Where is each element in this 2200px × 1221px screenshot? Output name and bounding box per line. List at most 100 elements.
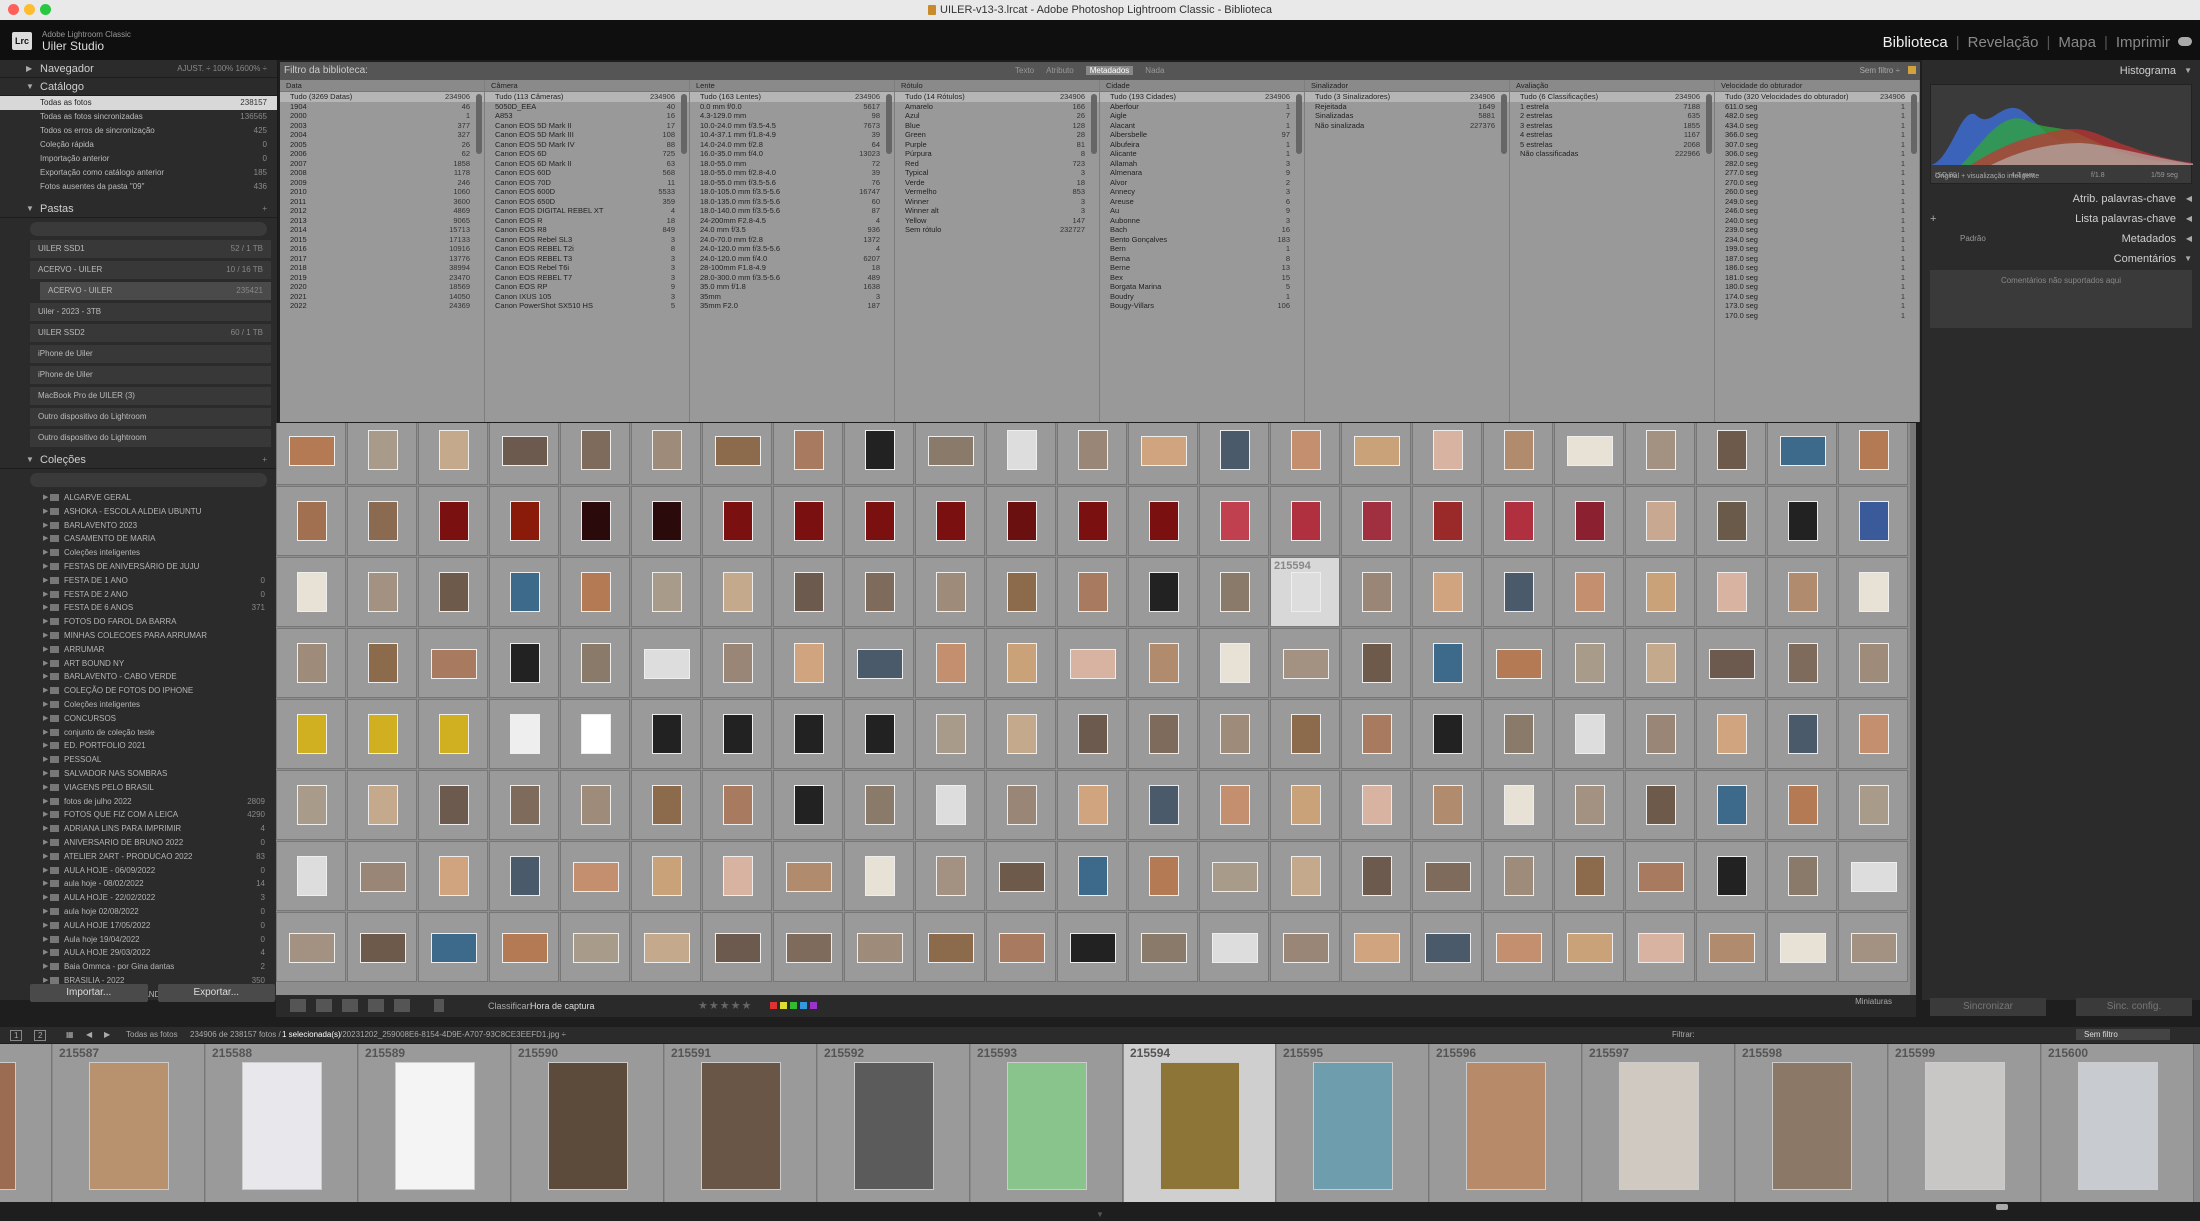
grid-cell[interactable] xyxy=(631,912,701,982)
grid-cell[interactable] xyxy=(1838,486,1908,556)
grid-cell[interactable] xyxy=(1412,423,1482,485)
collection-item[interactable]: ▶ aula hoje - 08/02/2022 14 xyxy=(0,877,277,891)
grid-cell[interactable] xyxy=(1057,486,1127,556)
photo-thumbnail[interactable] xyxy=(865,572,895,612)
metadata-row[interactable]: 2006 62 xyxy=(280,149,484,159)
photo-thumbnail[interactable] xyxy=(1425,862,1471,892)
grid-cell[interactable] xyxy=(1057,841,1127,911)
collection-item[interactable]: ▶ FOTOS QUE FIZ COM A LEICA 4290 xyxy=(0,808,277,822)
grid-cell[interactable] xyxy=(1341,628,1411,698)
keyword-tags-header[interactable]: Atrib. palavras-chave ◀ xyxy=(1922,190,2200,208)
metadata-row[interactable]: 434.0 seg 1 xyxy=(1715,121,1919,131)
collection-item[interactable]: ▶ FOTOS DO FAROL DA BARRA xyxy=(0,615,277,629)
photo-thumbnail[interactable] xyxy=(360,933,406,963)
folder-volume[interactable]: iPhone de Uiler xyxy=(30,366,271,384)
forward-icon[interactable]: ▶ xyxy=(104,1030,110,1039)
metadata-row[interactable]: Aigle 7 xyxy=(1100,111,1304,121)
folders-header[interactable]: ▼ Pastas + xyxy=(0,200,277,218)
grid-cell[interactable] xyxy=(1483,423,1553,485)
grid-cell[interactable] xyxy=(489,423,559,485)
collection-item[interactable]: ▶ ASHOKA - ESCOLA ALDEIA UBUNTU xyxy=(0,505,277,519)
grid-cell[interactable] xyxy=(773,423,843,485)
photo-thumbnail[interactable] xyxy=(1504,501,1534,541)
metadata-row[interactable]: 5050D_EEA 40 xyxy=(485,102,689,112)
grid-cell[interactable] xyxy=(1483,486,1553,556)
photo-thumbnail[interactable] xyxy=(297,856,327,896)
grid-cell[interactable] xyxy=(915,841,985,911)
photo-thumbnail[interactable] xyxy=(723,643,753,683)
metadata-row[interactable]: 5 estrelas 2068 xyxy=(1510,140,1714,150)
filmstrip-thumbnail[interactable] xyxy=(2078,1062,2158,1190)
grid-cell[interactable] xyxy=(986,423,1056,485)
filmstrip-thumbnail[interactable] xyxy=(701,1062,781,1190)
grid-cell[interactable] xyxy=(1696,841,1766,911)
grid-cell[interactable] xyxy=(1625,699,1695,769)
photo-thumbnail[interactable] xyxy=(1780,933,1826,963)
photo-thumbnail[interactable] xyxy=(1717,430,1747,470)
photo-thumbnail[interactable] xyxy=(1149,785,1179,825)
collection-item[interactable]: ▶ VIAGENS PELO BRASIL xyxy=(0,781,277,795)
photo-thumbnail[interactable] xyxy=(1220,785,1250,825)
photo-thumbnail[interactable] xyxy=(1283,649,1329,679)
metadata-column-scrollbar[interactable] xyxy=(1091,94,1097,154)
photo-thumbnail[interactable] xyxy=(502,436,548,466)
grid-cell[interactable] xyxy=(489,628,559,698)
photo-thumbnail[interactable] xyxy=(1575,856,1605,896)
metadata-row[interactable]: Canon EOS Rebel T6i 3 xyxy=(485,263,689,273)
grid-cell[interactable] xyxy=(773,628,843,698)
metadata-row[interactable]: 18.0-140.0 mm f/3.5-5.6 87 xyxy=(690,206,894,216)
grid-cell[interactable] xyxy=(702,912,772,982)
grid-cell[interactable] xyxy=(844,699,914,769)
grid-cell[interactable] xyxy=(418,423,488,485)
folder-volume[interactable]: Uiler - 2023 - 3TB xyxy=(30,303,271,321)
metadata-column-header[interactable]: Rótulo xyxy=(895,80,1099,92)
filmstrip-thumbnail[interactable] xyxy=(548,1062,628,1190)
grid-cell[interactable] xyxy=(1341,770,1411,840)
metadata-row[interactable]: 10.4-37.1 mm f/1.8-4.9 39 xyxy=(690,130,894,140)
photo-thumbnail[interactable] xyxy=(502,933,548,963)
grid-cell[interactable] xyxy=(1341,557,1411,627)
metadata-row[interactable]: Yellow 147 xyxy=(895,216,1099,226)
grid-cell[interactable] xyxy=(1767,699,1837,769)
metadata-row[interactable]: 4.3-129.0 mm 98 xyxy=(690,111,894,121)
grid-cell[interactable] xyxy=(773,770,843,840)
collection-item[interactable]: ▶ FESTAS DE ANIVERSÁRIO DE JUJU xyxy=(0,560,277,574)
grid-cell[interactable] xyxy=(773,486,843,556)
grid-cell[interactable] xyxy=(844,423,914,485)
metadata-row[interactable]: 3 estrelas 1855 xyxy=(1510,121,1714,131)
grid-cell[interactable] xyxy=(560,912,630,982)
metadata-column-scrollbar[interactable] xyxy=(886,94,892,154)
grid-cell[interactable] xyxy=(1057,699,1127,769)
metadata-row[interactable]: Tudo (6 Classificações) 234906 xyxy=(1510,92,1714,102)
metadata-row[interactable]: 282.0 seg 1 xyxy=(1715,159,1919,169)
photo-thumbnail[interactable] xyxy=(510,714,540,754)
photo-thumbnail[interactable] xyxy=(936,643,966,683)
metadata-row[interactable]: Vermelho 853 xyxy=(895,187,1099,197)
grid-cell[interactable] xyxy=(1412,841,1482,911)
metadata-row[interactable]: Albersbelle 97 xyxy=(1100,130,1304,140)
photo-thumbnail[interactable] xyxy=(1504,856,1534,896)
catalog-item[interactable]: Importação anterior 0 xyxy=(0,152,277,166)
photo-thumbnail[interactable] xyxy=(360,862,406,892)
collection-item[interactable]: ▶ Coleções inteligentes xyxy=(0,546,277,560)
grid-cell[interactable] xyxy=(1128,770,1198,840)
grid-icon[interactable]: ▦ xyxy=(66,1030,74,1039)
photo-thumbnail[interactable] xyxy=(1362,714,1392,754)
grid-cell[interactable] xyxy=(1341,423,1411,485)
metadata-row[interactable]: 24.0-70.0 mm f/2.8 1372 xyxy=(690,235,894,245)
metadata-row[interactable]: 2009 246 xyxy=(280,178,484,188)
label-blue-swatch[interactable] xyxy=(800,1002,807,1009)
grid-cell[interactable] xyxy=(844,628,914,698)
collection-item[interactable]: ▶ conjunto de coleção teste xyxy=(0,726,277,740)
histogram-header[interactable]: Histograma ▼ xyxy=(1922,62,2200,80)
photo-thumbnail[interactable] xyxy=(439,501,469,541)
metadata-row[interactable]: Areuse 6 xyxy=(1100,197,1304,207)
metadata-row[interactable]: Typical 3 xyxy=(895,168,1099,178)
photo-thumbnail[interactable] xyxy=(1567,436,1613,466)
metadata-row[interactable]: 611.0 seg 1 xyxy=(1715,102,1919,112)
metadata-row[interactable]: 1 estrela 7188 xyxy=(1510,102,1714,112)
metadata-row[interactable]: 1904 46 xyxy=(280,102,484,112)
grid-cell[interactable] xyxy=(1554,486,1624,556)
photo-thumbnail[interactable] xyxy=(936,501,966,541)
sort-select[interactable]: Hora de captura xyxy=(530,1001,595,1011)
